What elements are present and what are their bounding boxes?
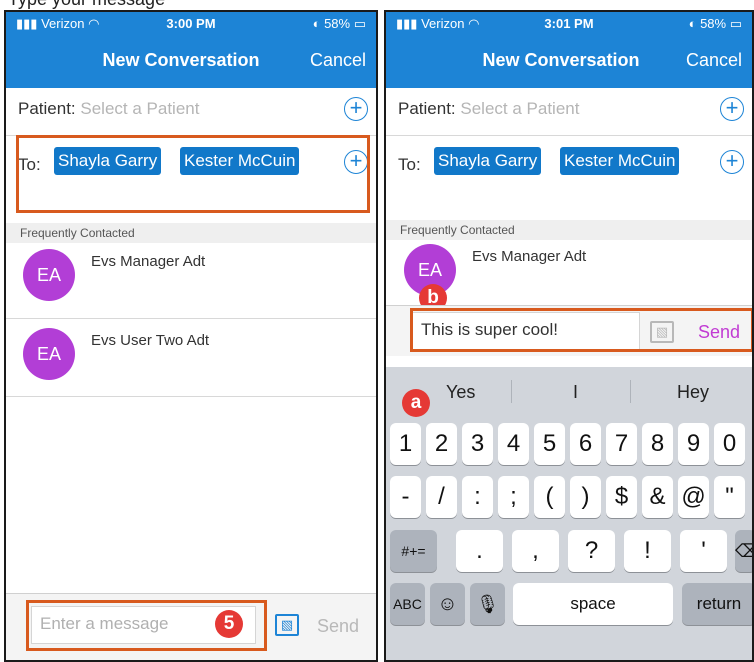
key-slash[interactable]: /: [426, 476, 457, 518]
cancel-button[interactable]: Cancel: [310, 50, 366, 71]
emoji-icon[interactable]: ☺: [430, 583, 465, 625]
ios-keyboard: Yes I Hey a 1 2 3 4 5 6 7 8 9 0 - / : ; …: [386, 367, 752, 660]
key-period[interactable]: .: [456, 530, 503, 572]
key-comma[interactable]: ,: [512, 530, 559, 572]
frequent-contacts-heading: Frequently Contacted: [6, 223, 376, 243]
status-bar: ▮▮▮ Verizon ◠ 3:01 PM ◐ 58% ▭: [386, 12, 752, 36]
key-dollar[interactable]: $: [606, 476, 637, 518]
return-key[interactable]: return: [682, 583, 752, 625]
contact-avatar: EA: [23, 249, 75, 301]
key-close-paren[interactable]: ): [570, 476, 601, 518]
message-highlight: [26, 600, 267, 651]
battery-label: ◐ 58% ▭: [688, 16, 742, 31]
key-quote[interactable]: ": [714, 476, 745, 518]
more-symbols-key[interactable]: #+=: [390, 530, 437, 572]
key-open-paren[interactable]: (: [534, 476, 565, 518]
step-badge-a: a: [402, 389, 430, 417]
page-title: New Conversation: [482, 50, 640, 70]
page-title: New Conversation: [102, 50, 260, 70]
contact-name[interactable]: Evs Manager Adt: [472, 248, 586, 265]
contact-name[interactable]: Evs Manager Adt: [91, 253, 205, 270]
patient-row[interactable]: Patient: Select a Patient: [18, 99, 199, 119]
predictive-suggestions: Yes I Hey: [386, 367, 752, 415]
to-label: To:: [398, 155, 421, 174]
send-button[interactable]: Send: [317, 616, 359, 637]
battery-label: ◐ 58% ▭: [312, 16, 366, 31]
add-recipient-icon[interactable]: +: [720, 150, 744, 174]
navigation-bar: New Conversation Cancel: [386, 36, 752, 88]
cancel-button[interactable]: Cancel: [686, 50, 742, 71]
divider: [6, 318, 376, 319]
key-ampersand[interactable]: &: [642, 476, 673, 518]
suggestion-i[interactable]: I: [573, 382, 578, 403]
key-colon[interactable]: :: [462, 476, 493, 518]
key-at[interactable]: @: [678, 476, 709, 518]
divider: [386, 135, 752, 136]
key-7[interactable]: 7: [606, 423, 637, 465]
key-semicolon[interactable]: ;: [498, 476, 529, 518]
key-9[interactable]: 9: [678, 423, 709, 465]
key-0[interactable]: 0: [714, 423, 745, 465]
key-1[interactable]: 1: [390, 423, 421, 465]
add-patient-icon[interactable]: +: [344, 97, 368, 121]
key-8[interactable]: 8: [642, 423, 673, 465]
suggestion-separator: [511, 380, 512, 403]
recipient-chip[interactable]: Kester McCuin: [560, 147, 680, 175]
contact-name[interactable]: Evs User Two Adt: [91, 332, 209, 349]
abc-key[interactable]: ABC: [390, 583, 425, 625]
space-key[interactable]: space: [513, 583, 673, 625]
composer-highlight: [410, 308, 752, 352]
right-phone-screenshot: ▮▮▮ Verizon ◠ 3:01 PM ◐ 58% ▭ New Conver…: [384, 10, 754, 662]
divider: [6, 396, 376, 397]
recipient-chip[interactable]: Shayla Garry: [434, 147, 542, 175]
suggestion-yes[interactable]: Yes: [446, 382, 475, 403]
cropped-caption: Type your message: [0, 0, 754, 10]
key-3[interactable]: 3: [462, 423, 493, 465]
navigation-bar: New Conversation Cancel: [6, 36, 376, 88]
key-question[interactable]: ?: [568, 530, 615, 572]
key-6[interactable]: 6: [570, 423, 601, 465]
patient-row[interactable]: Patient: Select a Patient: [398, 99, 579, 119]
suggestion-hey[interactable]: Hey: [677, 382, 709, 403]
microphone-icon[interactable]: 🎙: [470, 583, 505, 625]
suggestion-separator: [630, 380, 631, 403]
key-4[interactable]: 4: [498, 423, 529, 465]
recipient-highlight: [16, 135, 370, 213]
key-hyphen[interactable]: -: [390, 476, 421, 518]
left-phone-screenshot: ▮▮▮ Verizon ◠ 3:00 PM ◐ 58% ▭ New Conver…: [4, 10, 378, 662]
status-bar: ▮▮▮ Verizon ◠ 3:00 PM ◐ 58% ▭: [6, 12, 376, 36]
add-patient-icon[interactable]: +: [720, 97, 744, 121]
key-exclamation[interactable]: !: [624, 530, 671, 572]
key-5[interactable]: 5: [534, 423, 565, 465]
frequent-contacts-heading: Frequently Contacted: [386, 220, 752, 240]
image-icon[interactable]: ▧: [275, 614, 299, 636]
backspace-icon[interactable]: ⌫: [735, 530, 752, 572]
key-2[interactable]: 2: [426, 423, 457, 465]
contact-avatar: EA: [23, 328, 75, 380]
key-apostrophe[interactable]: ': [680, 530, 727, 572]
